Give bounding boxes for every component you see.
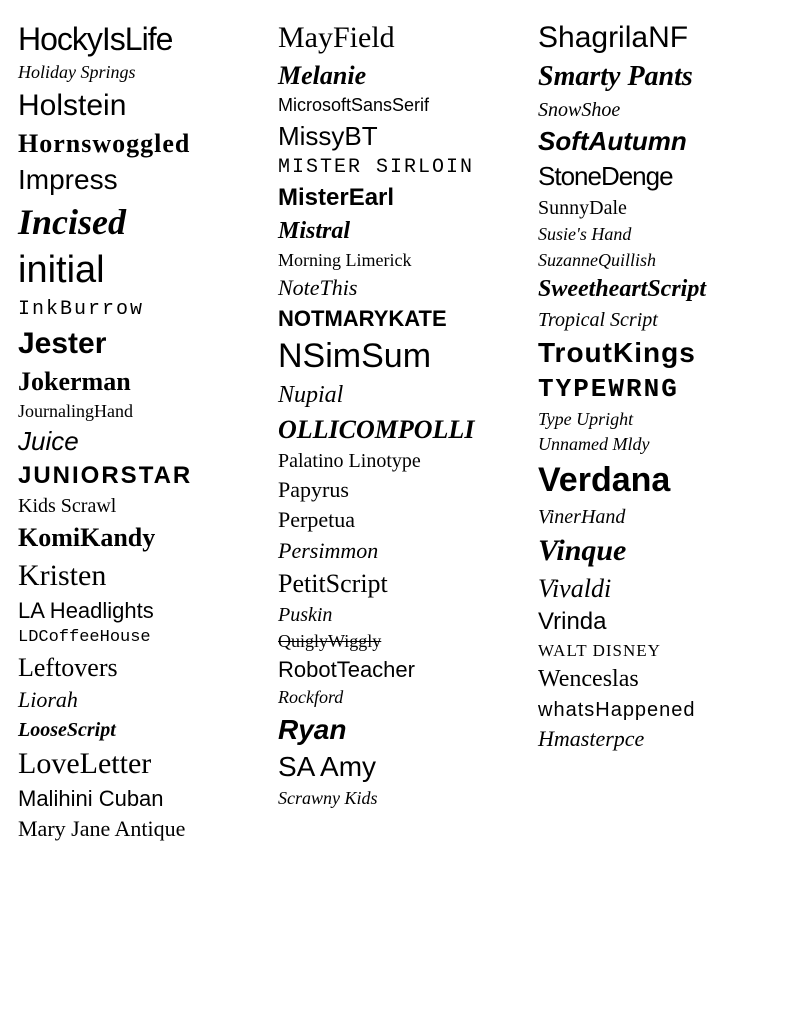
font-item-vinque: Vinque [538,533,782,569]
font-item-sa-amy: SA Amy [278,750,522,784]
font-item-rockford: Rockford [278,687,522,709]
font-item-loosescript: LooseScript [18,718,262,742]
font-item-papyrus: Papyrus [278,477,522,503]
column-1: HockyIsLife Holiday Springs Holstein Hornsw… [10,20,270,847]
font-item-misterearl: MisterEarl [278,184,522,213]
column-3: ShagrilaNF Smarty Pants SnowShoe SoftAutumn… [530,20,790,847]
font-item-unnamed-mldy: Unnamed Mldy [538,434,782,456]
font-item-malihini: Malihini Cuban [18,786,262,812]
font-item-perpetua: Perpetua [278,507,522,533]
font-item-juniorstar: JUNiORSTAR [18,462,262,491]
font-item-stonehenge: StoneDenge [538,161,782,192]
font-item-vinerhand: VinerHand [538,505,782,529]
font-item-mistral: Mistral [278,217,522,246]
font-item-walt-disney: Walt Disney [538,641,782,661]
font-item-ryan: Ryan [278,713,522,747]
font-item-suzannequillish: SuzanneQuillish [538,250,782,272]
font-item-wenceslas: Wenceslas [538,665,782,694]
font-item-verdana: Verdana [538,460,782,501]
font-item-mary-jane: Mary Jane Antique [18,816,262,842]
font-item-morning-limerick: Morning Limerick [278,250,522,272]
font-item-kristen: Kristen [18,558,262,594]
font-item-liorah: Liorah [18,687,262,713]
font-item-jokerman: Jokerman [18,366,262,397]
font-item-komikandy: KomiKandy [18,522,262,553]
column-2: MayField Melanie MicrosoftSansSerif MissyBT… [270,20,530,847]
font-item-holstein: Holstein [18,88,262,124]
font-item-hmasterpce: Hmasterpce [538,726,782,752]
font-item-sunnydale: SunnyDale [538,196,782,220]
font-item-initial: initial [18,248,262,294]
font-item-troutkings: TroutKings [538,336,782,370]
font-list-container: HockyIsLife Holiday Springs Holstein Hornsw… [0,0,800,867]
font-item-juice: Juice [18,426,262,457]
font-item-snowshoe: SnowShoe [538,98,782,122]
font-item-melanie: Melanie [278,60,522,91]
font-item-smarty-pants: Smarty Pants [538,60,782,94]
font-item-journalinghand: JournalingHand [18,401,262,423]
font-item-mister-sirloin: MiSTER SiRLOiN [278,156,522,180]
font-item-whatshappened: whatsHappened [538,698,782,722]
font-item-palatino: Palatino Linotype [278,449,522,473]
font-item-inkburrow: InkBurrow [18,298,262,322]
font-item-tropical: Tropical Script [538,308,782,332]
font-item-ollicompolli: OLLiCOMPOLLi [278,414,522,445]
font-item-robotteacher: RobotTeacher [278,657,522,683]
font-item-persimmon: Persimmon [278,538,522,564]
font-item-petitscript: PetitScript [278,568,522,599]
font-item-kids-scrawl: Kids Scrawl [18,494,262,518]
font-item-nsimsum: NSimSum [278,336,522,377]
font-item-shagrilanf: ShagrilaNF [538,20,782,56]
font-item-nupial: Nupial [278,381,522,410]
font-item-leftovers: Leftovers [18,652,262,683]
font-item-incised: Incised [18,201,262,244]
font-item-typeupright: Type Upright [538,409,782,431]
font-item-notethis: NoteThis [278,275,522,301]
font-item-sweetheart: SweetheartScript [538,275,782,304]
font-item-impress: Impress [18,163,262,197]
font-item-vrinda: Vrinda [538,608,782,637]
font-item-scrawny-kids: Scrawny Kids [278,788,522,810]
font-item-loveletter: LoveLetter [18,746,262,782]
font-item-quiglywiggly: QuiglyWiggly [278,631,522,653]
font-item-susies-hand: Susie's Hand [538,224,782,246]
font-item-ldcoffeehouse: LDCoffeeHouse [18,628,262,648]
font-item-notmarykate: NOTMARYKATE [278,306,522,332]
font-item-softautumn: SoftAutumn [538,126,782,157]
font-item-la-headlights: LA Headlights [18,598,262,624]
font-item-jester: Jester [18,326,262,362]
font-item-hockyislife: HockyIsLife [18,20,262,58]
font-item-holiday-springs: Holiday Springs [18,62,262,84]
font-item-hornswoggled: Hornswoggled [18,128,262,159]
font-item-missybt: MissyBT [278,121,522,152]
font-item-mayfield: MayField [278,20,522,56]
font-item-microsoftsansserif: MicrosoftSansSerif [278,95,522,117]
font-item-puskin: Puskin [278,603,522,627]
font-item-typewrng: TYPEWRNG [538,374,782,405]
font-item-vivaldi: Vivaldi [538,573,782,604]
